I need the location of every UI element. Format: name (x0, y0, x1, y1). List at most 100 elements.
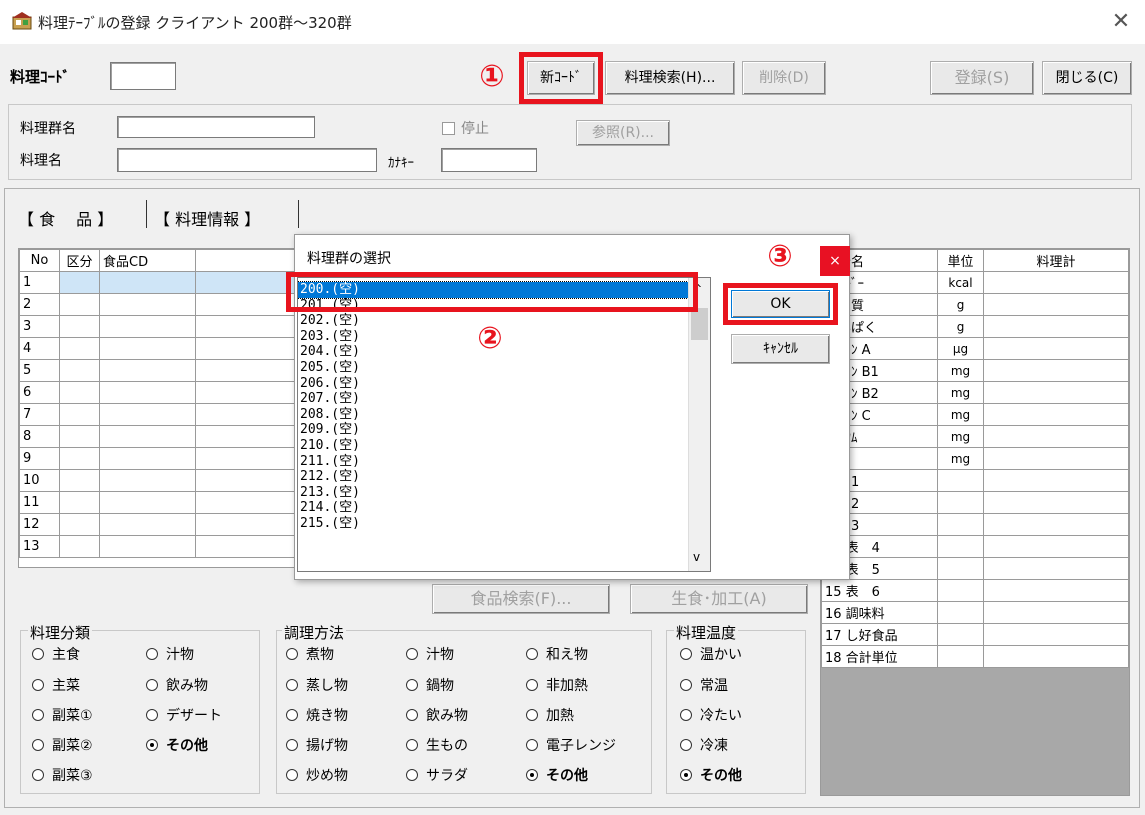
cooking-method-radio[interactable]: 炒め物 (286, 765, 348, 785)
food-cd-cell[interactable] (99, 403, 196, 426)
food-table[interactable]: No 区分 食品CD 1 2 3 4 5 6 7 8 9 10 11 12 13 (18, 248, 318, 568)
cooking-method-radio[interactable]: 電子レンジ (526, 735, 616, 755)
food-cd-cell[interactable] (99, 491, 196, 514)
kubun-cell[interactable] (59, 293, 100, 316)
food-table-row[interactable]: 6 (19, 381, 317, 404)
nutrient-total[interactable] (983, 403, 1129, 426)
group-list-item[interactable]: 215.(空) (298, 516, 688, 532)
kubun-cell[interactable] (59, 381, 100, 404)
group-listbox[interactable]: 200.(空) 201.(空) 202.(空) 203.(空) 204.(空) 205.(… (297, 277, 711, 572)
cooking-method-radio[interactable]: 非加熱 (526, 675, 588, 695)
cooking-method-radio[interactable]: 飲み物 (406, 705, 468, 725)
nutrient-row[interactable]: 14 表 5 (821, 557, 1129, 580)
food-table-row[interactable]: 11 (19, 491, 317, 514)
dish-class-radio[interactable]: 副菜② (32, 735, 93, 755)
food-table-row[interactable]: 12 (19, 513, 317, 536)
nutrient-row[interactable]: 13 表 4 (821, 535, 1129, 558)
nutrient-row[interactable]: 表 2 (821, 491, 1129, 514)
ok-button[interactable]: OK (731, 290, 830, 318)
new-code-button[interactable]: 新ｺｰﾄﾞ (527, 61, 595, 95)
food-cd-cell[interactable] (99, 425, 196, 448)
nutrient-total[interactable] (983, 601, 1129, 624)
group-list-item[interactable]: 206.(空) (298, 376, 688, 392)
dish-temp-radio[interactable]: その他 (680, 765, 742, 785)
nutrient-total[interactable] (983, 535, 1129, 558)
food-table-row[interactable]: 7 (19, 403, 317, 426)
group-list-item[interactable]: 214.(空) (298, 500, 688, 516)
tab-dish-info[interactable]: 【 料理情報 】 (154, 206, 260, 230)
kubun-cell[interactable] (59, 447, 100, 470)
food-cd-cell[interactable] (99, 315, 196, 338)
group-list-item[interactable]: 211.(空) (298, 454, 688, 470)
dish-search-button[interactable]: 料理検索(H)... (605, 61, 735, 95)
nutrient-row[interactable]: ｴﾈﾙｷﾞｰkcal (821, 271, 1129, 294)
group-list-item[interactable]: 209.(空) (298, 422, 688, 438)
nutrient-total[interactable] (983, 623, 1129, 646)
dish-name-field[interactable] (117, 148, 377, 172)
tab-food[interactable]: 【 食 品 】 (18, 206, 113, 230)
dish-temp-radio[interactable]: 温かい (680, 644, 742, 664)
kubun-cell[interactable] (59, 513, 100, 536)
dialog-close-button[interactable]: × (820, 246, 850, 276)
close-button[interactable]: 閉じる(C) (1042, 61, 1132, 95)
dish-temp-radio[interactable]: 冷たい (680, 705, 742, 725)
group-list-item[interactable]: 213.(空) (298, 485, 688, 501)
kubun-cell[interactable] (59, 425, 100, 448)
reference-button[interactable]: 参照(R)... (576, 120, 670, 146)
nutrient-row[interactable]: 16 調味料 (821, 601, 1129, 624)
nutrient-total[interactable] (983, 425, 1129, 448)
food-table-row[interactable]: 13 (19, 535, 317, 558)
nutrient-row[interactable]: 18 合計単位 (821, 645, 1129, 668)
food-table-row[interactable]: 1 (19, 271, 317, 294)
nutrient-total[interactable] (983, 557, 1129, 580)
nutrient-row[interactable]: 15 表 6 (821, 579, 1129, 602)
food-search-button[interactable]: 食品検索(F)... (432, 584, 610, 614)
food-cd-cell[interactable] (99, 271, 196, 294)
food-table-row[interactable]: 10 (19, 469, 317, 492)
cancel-button[interactable]: ｷｬﾝｾﾙ (731, 334, 830, 364)
nutrient-row[interactable]: 表 1 (821, 469, 1129, 492)
food-table-row[interactable]: 8 (19, 425, 317, 448)
cooking-method-radio[interactable]: 生もの (406, 735, 468, 755)
dish-temp-radio[interactable]: 常温 (680, 675, 728, 695)
food-table-row[interactable]: 9 (19, 447, 317, 470)
nutrient-total[interactable] (983, 491, 1129, 514)
kubun-cell[interactable] (59, 491, 100, 514)
food-cd-cell[interactable] (99, 535, 196, 558)
cooking-method-radio[interactable]: サラダ (406, 765, 468, 785)
kana-key-field[interactable] (441, 148, 537, 172)
delete-button[interactable]: 削除(D) (742, 61, 826, 95)
cooking-method-radio[interactable]: 焼き物 (286, 705, 348, 725)
kubun-cell[interactable] (59, 469, 100, 492)
dish-class-radio[interactable]: その他 (146, 735, 208, 755)
kubun-cell[interactable] (59, 315, 100, 338)
food-table-row[interactable]: 4 (19, 337, 317, 360)
cooking-method-radio[interactable]: 煮物 (286, 644, 334, 664)
food-cd-cell[interactable] (99, 293, 196, 316)
dish-class-radio[interactable]: 主食 (32, 644, 80, 664)
food-cd-cell[interactable] (99, 337, 196, 360)
dish-class-radio[interactable]: 飲み物 (146, 675, 208, 695)
nutrient-total[interactable] (983, 469, 1129, 492)
nutrient-row[interactable]: 脂 質g (821, 293, 1129, 316)
group-list-item[interactable]: 212.(空) (298, 469, 688, 485)
nutrient-total[interactable] (983, 579, 1129, 602)
food-table-row[interactable]: 5 (19, 359, 317, 382)
nutrient-table[interactable]: 成分名 単位 料理計 ｴﾈﾙｷﾞｰkcal脂 質gたんぱくgﾋﾞﾀﾐﾝ Aμgﾋ… (820, 248, 1130, 796)
nutrient-row[interactable]: ﾋﾞﾀﾐﾝ Aμg (821, 337, 1129, 360)
cooking-method-radio[interactable]: 蒸し物 (286, 675, 348, 695)
nutrient-total[interactable] (983, 337, 1129, 360)
nutrient-row[interactable]: ｶﾙｼｳﾑmg (821, 425, 1129, 448)
cooking-method-radio[interactable]: 和え物 (526, 644, 588, 664)
kubun-cell[interactable] (59, 271, 100, 294)
nutrient-row[interactable]: ﾋﾞﾀﾐﾝ B1 mg (821, 359, 1129, 382)
nutrient-row[interactable]: 17 し好食品 (821, 623, 1129, 646)
raw-processed-button[interactable]: 生食･加工(A) (630, 584, 808, 614)
kubun-cell[interactable] (59, 359, 100, 382)
food-table-row[interactable]: 2 (19, 293, 317, 316)
stop-checkbox[interactable]: 停止 (442, 118, 489, 138)
nutrient-row[interactable]: 表 3 (821, 513, 1129, 536)
group-list-item[interactable]: 207.(空) (298, 391, 688, 407)
nutrient-total[interactable] (983, 315, 1129, 338)
dish-class-radio[interactable]: 汁物 (146, 644, 194, 664)
